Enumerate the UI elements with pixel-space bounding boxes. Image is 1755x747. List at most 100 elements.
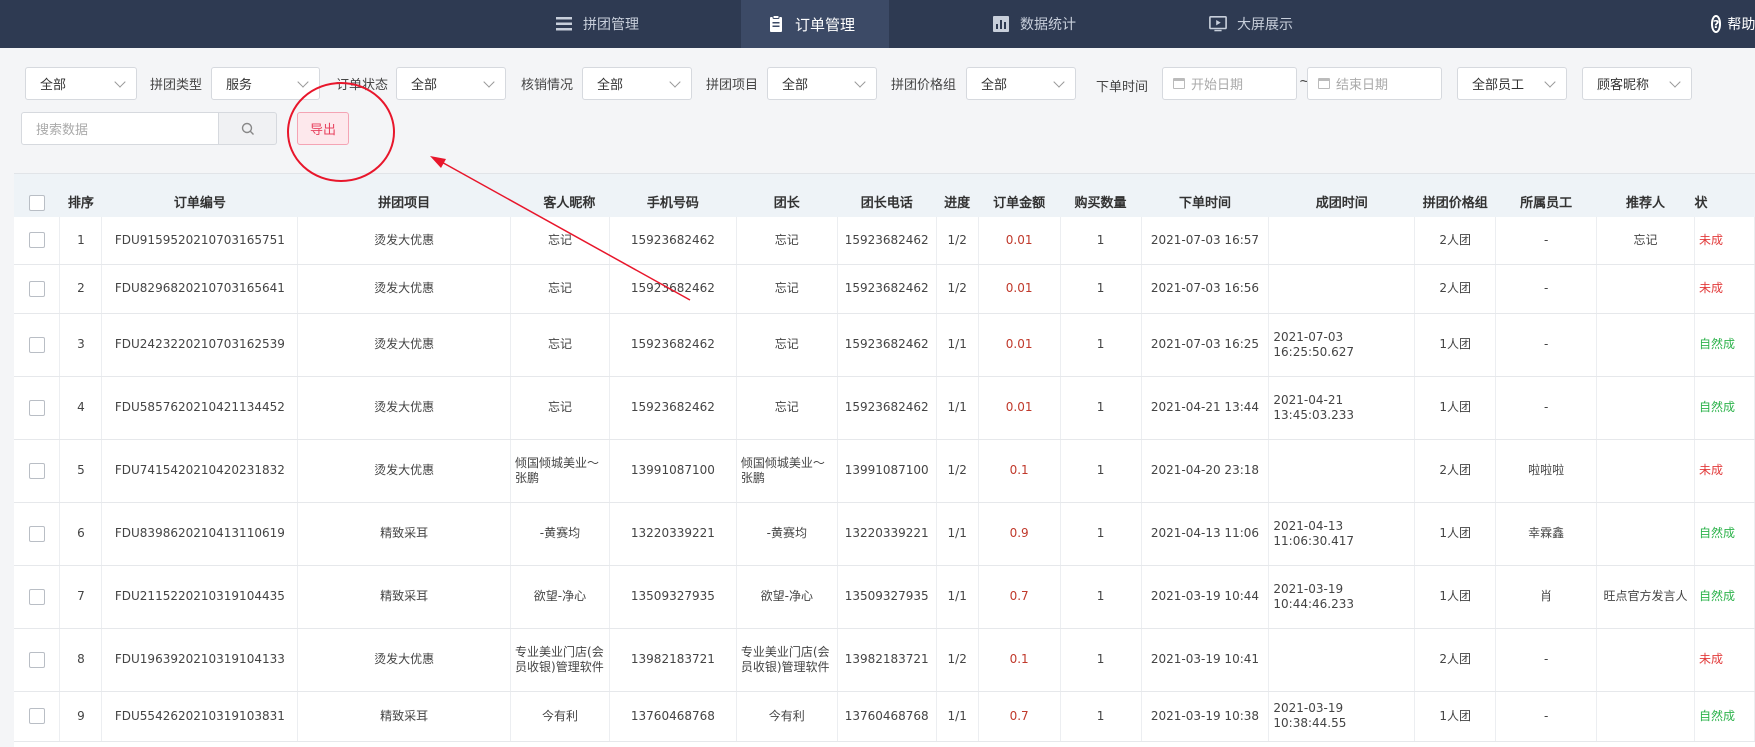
table-row[interactable]: 4 FDU5857620210421134452 烫发大优惠 忘记 1592368246… — [14, 376, 1755, 440]
bar-chart-icon — [993, 16, 1009, 32]
cell-amount: 0.9 — [978, 502, 1061, 566]
column-header: 下单时间 — [1141, 174, 1269, 217]
cell-leader-phone: 15923682462 — [837, 264, 937, 314]
staff-select[interactable]: 全部员工 — [1457, 67, 1567, 100]
cell-order: FDU2115220210319104435 — [101, 565, 299, 629]
order-status-select[interactable]: 全部 — [396, 67, 506, 100]
row-checkbox[interactable] — [28, 336, 45, 353]
column-header: 成团时间 — [1268, 174, 1415, 217]
row-checkbox[interactable] — [28, 232, 45, 249]
cell-qty: 1 — [1060, 264, 1142, 314]
cell-nick: 忘记 — [510, 376, 610, 440]
cell-no: 2 — [59, 264, 103, 314]
cell-group: 1人团 — [1414, 376, 1497, 440]
table-row[interactable]: 3 FDU2423220210703162539 烫发大优惠 忘记 1592368246… — [14, 313, 1755, 377]
nav-tab-bigscreen[interactable]: 大屏展示 — [1209, 0, 1349, 48]
table-row[interactable]: 7 FDU2115220210319104435 精致采耳 欲望-净心 13509327… — [14, 565, 1755, 629]
row-select-cell — [14, 502, 61, 566]
cell-leader: 专业美业门店(会员收银)管理软件 — [736, 628, 838, 692]
table-row[interactable]: 1 FDU9159520210703165751 烫发大优惠 忘记 1592368246… — [14, 217, 1755, 265]
nav-tab-label: 订单管理 — [795, 15, 856, 34]
table-row[interactable]: 2 FDU8296820210703165641 烫发大优惠 忘记 1592368246… — [14, 264, 1755, 314]
cell-no: 5 — [59, 439, 103, 503]
column-header: 拼团价格组 — [1414, 174, 1496, 217]
cell-ref: 忘记 — [1596, 217, 1695, 265]
cell-progress: 1/1 — [936, 502, 979, 566]
cell-status: 未成 — [1694, 217, 1755, 265]
verify-status-label: 核销情况 — [521, 78, 574, 93]
column-header: 客人昵称 — [510, 174, 610, 217]
cell-order: FDU5857620210421134452 — [101, 376, 299, 440]
cell-phone: 15923682462 — [609, 264, 737, 314]
start-date-input[interactable]: 开始日期 — [1162, 67, 1297, 100]
customer-nickname-select[interactable]: 顾客昵称 — [1582, 67, 1692, 100]
chevron-down-icon — [114, 76, 126, 88]
orders-table-container: 排序 订单编号 拼团项目 客人昵称 手机号码 团长 团长电话 进度 订单金额 购… — [14, 173, 1755, 747]
cell-ordered: 2021-04-13 11:06 — [1141, 502, 1270, 566]
list-icon — [556, 17, 572, 31]
help-link[interactable]: ? 帮助 — [1711, 0, 1755, 48]
row-select-cell — [14, 376, 61, 440]
cell-order: FDU5542620210319103831 — [101, 691, 299, 742]
cell-nick: 忘记 — [510, 264, 610, 314]
row-checkbox[interactable] — [28, 399, 45, 416]
cell-ref — [1596, 628, 1695, 692]
cell-staff: - — [1495, 376, 1598, 440]
column-header: 手机号码 — [609, 174, 737, 217]
verify-status-select[interactable]: 全部 — [582, 67, 692, 100]
cell-leader-phone: 13991087100 — [837, 439, 937, 503]
cell-ref — [1596, 313, 1695, 377]
nav-tab-orders[interactable]: 订单管理 — [741, 0, 889, 48]
nav-tab-group-buy[interactable]: 拼团管理 — [553, 0, 718, 48]
cell-status: 自然成 — [1694, 313, 1755, 377]
row-checkbox[interactable] — [28, 462, 45, 479]
nav-tab-stats[interactable]: 数据统计 — [992, 0, 1132, 48]
cell-progress: 1/1 — [936, 376, 979, 440]
cell-status: 自然成 — [1694, 691, 1755, 742]
select-value: 全部 — [597, 78, 624, 93]
end-date-input[interactable]: 结束日期 — [1307, 67, 1442, 100]
column-header: 团长电话 — [837, 174, 937, 217]
first-filter-select[interactable]: 全部 — [25, 67, 137, 100]
select-all-checkbox[interactable] — [28, 195, 45, 211]
cell-ordered: 2021-07-03 16:56 — [1141, 264, 1270, 314]
export-button[interactable]: 导出 — [297, 112, 349, 145]
column-header: 订单金额 — [978, 174, 1061, 217]
cell-ref — [1596, 264, 1695, 314]
price-group-select[interactable]: 全部 — [966, 67, 1076, 100]
table-row[interactable]: 9 FDU5542620210319103831 精致采耳 今有利 1376046876… — [14, 691, 1755, 742]
cell-qty: 1 — [1060, 313, 1142, 377]
nav-tab-label: 拼团管理 — [583, 17, 639, 33]
cell-amount: 0.01 — [978, 217, 1061, 265]
cell-amount: 0.1 — [978, 439, 1061, 503]
cell-phone: 13991087100 — [609, 439, 737, 503]
cell-leader-phone: 15923682462 — [837, 313, 937, 377]
search-button[interactable] — [219, 112, 277, 145]
search-input[interactable]: 搜索数据 — [21, 112, 219, 145]
cell-nick: 专业美业门店(会员收银)管理软件 — [510, 628, 610, 692]
row-checkbox[interactable] — [28, 708, 45, 724]
row-select-cell — [14, 264, 61, 314]
table-row[interactable]: 5 FDU7415420210420231832 烫发大优惠 倾国倾城美业～张鹏 139… — [14, 439, 1755, 503]
row-checkbox[interactable] — [28, 280, 45, 297]
column-header: 订单编号 — [101, 174, 298, 217]
project-select[interactable]: 全部 — [767, 67, 877, 100]
cell-nick: 欲望-净心 — [510, 565, 610, 629]
cell-staff: 啦啦啦 — [1495, 439, 1598, 503]
cell-status: 未成 — [1694, 628, 1755, 692]
cell-formed — [1268, 628, 1416, 692]
group-type-select[interactable]: 服务 — [211, 67, 320, 100]
cell-no: 6 — [59, 502, 103, 566]
cell-qty: 1 — [1060, 376, 1142, 440]
cell-order: FDU1963920210319104133 — [101, 628, 299, 692]
cell-leader: 忘记 — [736, 264, 838, 314]
row-checkbox[interactable] — [28, 525, 45, 542]
table-row[interactable]: 8 FDU1963920210319104133 烫发大优惠 专业美业门店(会员收银)… — [14, 628, 1755, 692]
row-checkbox[interactable] — [28, 588, 45, 605]
table-row[interactable]: 6 FDU8398620210413110619 精致采耳 -黄赛均 132203392… — [14, 502, 1755, 566]
cell-formed: 2021-04-21 13:45:03.233 — [1268, 376, 1416, 440]
cell-phone: 13220339221 — [609, 502, 737, 566]
cell-staff: - — [1495, 264, 1598, 314]
row-checkbox[interactable] — [28, 651, 45, 668]
cell-formed: 2021-07-03 16:25:50.627 — [1268, 313, 1416, 377]
